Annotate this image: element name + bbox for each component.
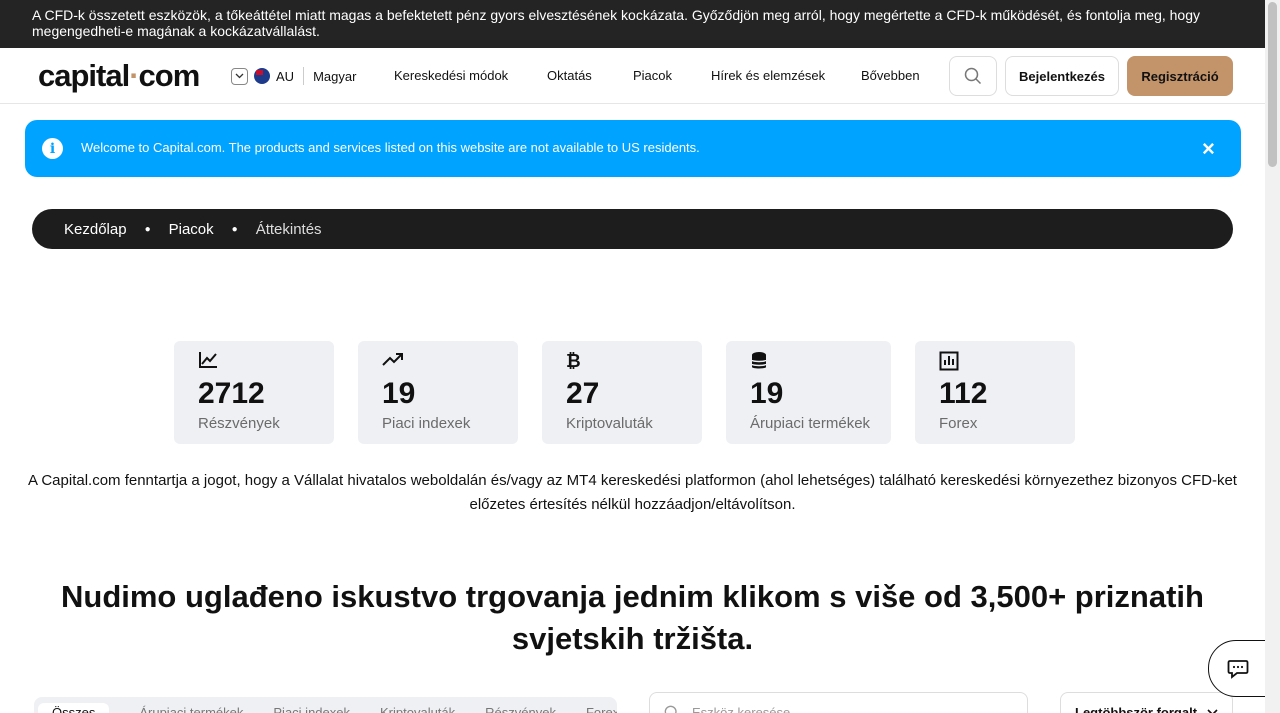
bitcoin-icon: ₿ (566, 351, 581, 371)
tab-commodities[interactable]: Árupiaci termékek (139, 705, 243, 713)
stat-card-crypto[interactable]: ₿ 27 Kriptovaluták (542, 341, 702, 444)
breadcrumb: Kezdőlap ● Piacok ● Áttekintés (32, 209, 1233, 249)
logo-tld: com (138, 58, 201, 93)
stat-card-indices[interactable]: 19 Piaci indexek (358, 341, 518, 444)
market-stats: 2712 Részvények 19 Piaci indexek ₿ 27 Kr… (174, 341, 1075, 444)
tab-crypto[interactable]: Kriptovaluták (380, 705, 455, 713)
logo-main: capital (38, 58, 130, 93)
divider (303, 67, 305, 85)
main-nav: Kereskedési módok Oktatás Piacok Hírek é… (394, 68, 920, 83)
nav-news-analysis[interactable]: Hírek és elemzések (711, 68, 861, 83)
language-label[interactable]: Magyar (313, 69, 356, 84)
cfd-disclaimer: A Capital.com fenntartja a jogot, hogy a… (28, 472, 1237, 513)
stat-value: 2712 (198, 377, 265, 410)
tab-all[interactable]: Összes (38, 702, 110, 713)
stat-card-forex[interactable]: 112 Forex (915, 341, 1075, 444)
search-button[interactable] (949, 56, 997, 96)
breadcrumb-separator: ● (231, 223, 238, 235)
stat-card-shares[interactable]: 2712 Részvények (174, 341, 334, 444)
trending-up-icon (382, 351, 404, 372)
us-residents-notice: i Welcome to Capital.com. The products a… (25, 120, 1241, 177)
breadcrumb-home[interactable]: Kezdőlap (64, 221, 127, 238)
chevron-down-icon[interactable] (231, 67, 248, 85)
breadcrumb-current: Áttekintés (255, 220, 322, 238)
stat-value: 19 (382, 377, 416, 410)
database-icon (750, 351, 768, 376)
stat-value: 112 (939, 377, 988, 410)
tab-indices[interactable]: Piaci indexek (273, 705, 350, 713)
region-code: AU (276, 68, 295, 84)
stat-value: 19 (750, 377, 784, 410)
locale-selector[interactable]: AU Magyar (231, 67, 356, 85)
nav-trading-modes[interactable]: Kereskedési módok (394, 68, 547, 83)
tab-forex[interactable]: Forex (586, 705, 617, 713)
logo[interactable]: capital·com (38, 58, 201, 94)
chat-button[interactable] (1208, 640, 1268, 697)
stat-card-commodities[interactable]: 19 Árupiaci termékek (726, 341, 891, 444)
info-icon: i (42, 138, 63, 159)
notice-text: Welcome to Capital.com. The products and… (81, 140, 700, 155)
search-icon (964, 67, 982, 85)
site-header: capital·com AU Magyar Kereskedési módok … (0, 48, 1265, 104)
stat-label: Forex (939, 415, 978, 432)
breadcrumb-markets[interactable]: Piacok (169, 221, 214, 238)
stat-label: Piaci indexek (382, 415, 471, 432)
stat-label: Részvények (198, 415, 280, 432)
nav-markets[interactable]: Piacok (633, 68, 711, 83)
sort-label: Legtöbbször forgalt (1075, 704, 1198, 713)
login-button[interactable]: Bejelentkezés (1005, 56, 1119, 96)
risk-warning-banner: A CFD-k összetett eszközök, a tőkeáttéte… (0, 0, 1265, 48)
register-button[interactable]: Regisztráció (1127, 56, 1233, 96)
chevron-down-icon (1207, 709, 1218, 713)
tab-shares[interactable]: Részvények (485, 705, 556, 713)
line-chart-icon (198, 351, 218, 374)
risk-warning-text: A CFD-k összetett eszközök, a tőkeáttéte… (32, 7, 1201, 39)
page-headline: Nudimo uglađeno iskustvo trgovanja jedni… (61, 579, 1204, 656)
scrollbar-thumb[interactable] (1268, 2, 1277, 167)
stat-value: 27 (566, 377, 600, 410)
stat-label: Árupiaci termékek (750, 415, 871, 432)
search-icon (664, 705, 677, 713)
logo-dot: · (129, 58, 139, 93)
nav-more[interactable]: Bővebben (861, 68, 920, 83)
breadcrumb-separator: ● (144, 223, 151, 235)
page-scrollbar[interactable] (1265, 0, 1280, 713)
nav-education[interactable]: Oktatás (547, 68, 633, 83)
close-icon[interactable]: × (1202, 136, 1215, 162)
chat-icon (1227, 659, 1249, 679)
bar-chart-icon (939, 351, 959, 376)
market-search-placeholder: Eszköz keresése (692, 704, 791, 713)
market-search-input[interactable]: Eszköz keresése (649, 692, 1028, 713)
market-filter-tabs: Összes Árupiaci termékek Piaci indexek K… (34, 697, 617, 713)
stat-label: Kriptovaluták (566, 415, 653, 432)
sort-dropdown[interactable]: Legtöbbször forgalt (1060, 692, 1233, 713)
australia-flag-icon (254, 68, 270, 84)
